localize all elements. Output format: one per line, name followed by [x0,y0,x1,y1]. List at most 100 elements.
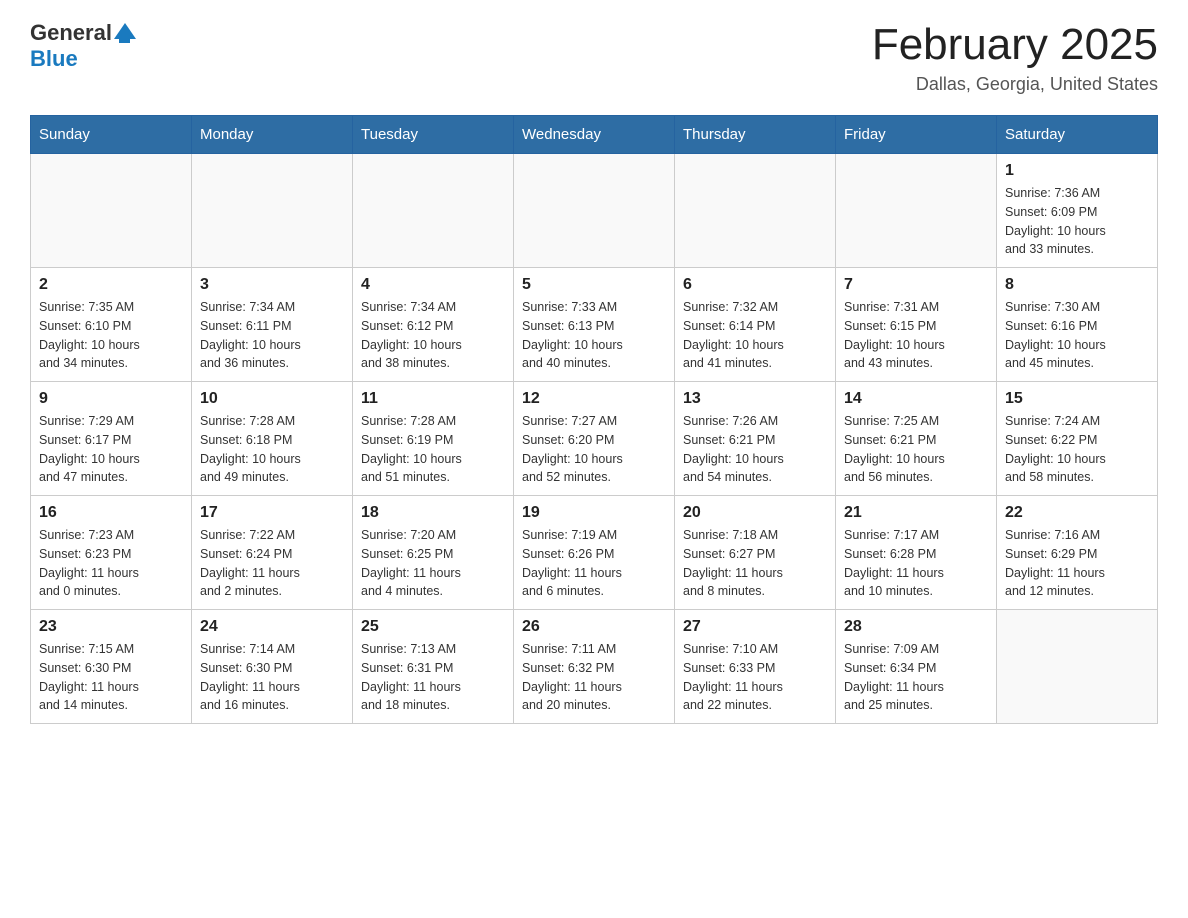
calendar-cell: 18 Sunrise: 7:20 AM Sunset: 6:25 PM Dayli… [353,496,514,610]
calendar-cell: 10 Sunrise: 7:28 AM Sunset: 6:18 PM Dayli… [192,382,353,496]
calendar-cell: 13 Sunrise: 7:26 AM Sunset: 6:21 PM Dayli… [675,382,836,496]
calendar-cell [997,610,1158,724]
day-info: Sunrise: 7:28 AM Sunset: 6:18 PM Dayligh… [200,412,344,487]
day-number: 16 [39,504,183,522]
calendar-cell: 19 Sunrise: 7:19 AM Sunset: 6:26 PM Dayli… [514,496,675,610]
day-number: 4 [361,276,505,294]
day-info: Sunrise: 7:26 AM Sunset: 6:21 PM Dayligh… [683,412,827,487]
day-number: 23 [39,618,183,636]
calendar-cell [353,154,514,268]
calendar-cell [31,154,192,268]
calendar-cell: 20 Sunrise: 7:18 AM Sunset: 6:27 PM Dayli… [675,496,836,610]
day-info: Sunrise: 7:30 AM Sunset: 6:16 PM Dayligh… [1005,298,1149,373]
day-info: Sunrise: 7:16 AM Sunset: 6:29 PM Dayligh… [1005,526,1149,601]
day-number: 10 [200,390,344,408]
day-number: 17 [200,504,344,522]
page-header: General Blue February 2025 Dallas, Georg… [30,20,1158,95]
day-of-week-header: Tuesday [353,116,514,154]
day-of-week-header: Wednesday [514,116,675,154]
calendar-cell: 25 Sunrise: 7:13 AM Sunset: 6:31 PM Dayli… [353,610,514,724]
day-of-week-header: Sunday [31,116,192,154]
day-info: Sunrise: 7:20 AM Sunset: 6:25 PM Dayligh… [361,526,505,601]
calendar-cell: 5 Sunrise: 7:33 AM Sunset: 6:13 PM Daylig… [514,268,675,382]
calendar-cell: 12 Sunrise: 7:27 AM Sunset: 6:20 PM Dayli… [514,382,675,496]
calendar-cell: 2Sunrise: 7:35 AM Sunset: 6:10 PM Daylig… [31,268,192,382]
calendar-week-row: 16 Sunrise: 7:23 AM Sunset: 6:23 PM Dayli… [31,496,1158,610]
location-title: Dallas, Georgia, United States [872,74,1158,95]
day-number: 28 [844,618,988,636]
day-number: 18 [361,504,505,522]
calendar-cell: 21Sunrise: 7:17 AM Sunset: 6:28 PM Dayli… [836,496,997,610]
day-info: Sunrise: 7:31 AM Sunset: 6:15 PM Dayligh… [844,298,988,373]
day-number: 19 [522,504,666,522]
logo-triangle-icon [114,21,136,43]
day-info: Sunrise: 7:28 AM Sunset: 6:19 PM Dayligh… [361,412,505,487]
day-number: 20 [683,504,827,522]
day-number: 3 [200,276,344,294]
day-info: Sunrise: 7:17 AM Sunset: 6:28 PM Dayligh… [844,526,988,601]
day-info: Sunrise: 7:36 AM Sunset: 6:09 PM Dayligh… [1005,184,1149,259]
day-number: 9 [39,390,183,408]
calendar-cell: 28 Sunrise: 7:09 AM Sunset: 6:34 PM Dayli… [836,610,997,724]
calendar-cell: 22 Sunrise: 7:16 AM Sunset: 6:29 PM Dayli… [997,496,1158,610]
month-title: February 2025 [872,20,1158,70]
day-of-week-header: Friday [836,116,997,154]
day-info: Sunrise: 7:32 AM Sunset: 6:14 PM Dayligh… [683,298,827,373]
calendar-cell: 9 Sunrise: 7:29 AM Sunset: 6:17 PM Daylig… [31,382,192,496]
calendar-cell: 1 Sunrise: 7:36 AM Sunset: 6:09 PM Daylig… [997,154,1158,268]
calendar-week-row: 23 Sunrise: 7:15 AM Sunset: 6:30 PM Dayli… [31,610,1158,724]
day-info: Sunrise: 7:34 AM Sunset: 6:12 PM Dayligh… [361,298,505,373]
calendar-cell: 3 Sunrise: 7:34 AM Sunset: 6:11 PM Daylig… [192,268,353,382]
calendar-week-row: 9 Sunrise: 7:29 AM Sunset: 6:17 PM Daylig… [31,382,1158,496]
day-info: Sunrise: 7:18 AM Sunset: 6:27 PM Dayligh… [683,526,827,601]
day-number: 15 [1005,390,1149,408]
day-number: 8 [1005,276,1149,294]
day-info: Sunrise: 7:13 AM Sunset: 6:31 PM Dayligh… [361,640,505,715]
day-number: 22 [1005,504,1149,522]
calendar-cell [514,154,675,268]
day-number: 14 [844,390,988,408]
logo: General Blue [30,20,136,72]
calendar-cell: 17Sunrise: 7:22 AM Sunset: 6:24 PM Dayli… [192,496,353,610]
calendar-cell [675,154,836,268]
calendar-cell: 23 Sunrise: 7:15 AM Sunset: 6:30 PM Dayli… [31,610,192,724]
day-number: 6 [683,276,827,294]
day-info: Sunrise: 7:23 AM Sunset: 6:23 PM Dayligh… [39,526,183,601]
day-info: Sunrise: 7:09 AM Sunset: 6:34 PM Dayligh… [844,640,988,715]
calendar-week-row: 1 Sunrise: 7:36 AM Sunset: 6:09 PM Daylig… [31,154,1158,268]
calendar-header-row: SundayMondayTuesdayWednesdayThursdayFrid… [31,116,1158,154]
calendar-cell [192,154,353,268]
day-number: 26 [522,618,666,636]
day-number: 25 [361,618,505,636]
calendar-table: SundayMondayTuesdayWednesdayThursdayFrid… [30,115,1158,724]
day-number: 5 [522,276,666,294]
day-info: Sunrise: 7:19 AM Sunset: 6:26 PM Dayligh… [522,526,666,601]
day-info: Sunrise: 7:27 AM Sunset: 6:20 PM Dayligh… [522,412,666,487]
day-of-week-header: Monday [192,116,353,154]
day-info: Sunrise: 7:33 AM Sunset: 6:13 PM Dayligh… [522,298,666,373]
day-info: Sunrise: 7:24 AM Sunset: 6:22 PM Dayligh… [1005,412,1149,487]
day-info: Sunrise: 7:29 AM Sunset: 6:17 PM Dayligh… [39,412,183,487]
calendar-cell [836,154,997,268]
day-number: 1 [1005,162,1149,180]
day-number: 12 [522,390,666,408]
day-number: 13 [683,390,827,408]
calendar-cell: 15 Sunrise: 7:24 AM Sunset: 6:22 PM Dayli… [997,382,1158,496]
title-area: February 2025 Dallas, Georgia, United St… [872,20,1158,95]
calendar-cell: 24 Sunrise: 7:14 AM Sunset: 6:30 PM Dayli… [192,610,353,724]
calendar-cell: 14Sunrise: 7:25 AM Sunset: 6:21 PM Dayli… [836,382,997,496]
calendar-cell: 7Sunrise: 7:31 AM Sunset: 6:15 PM Daylig… [836,268,997,382]
day-info: Sunrise: 7:15 AM Sunset: 6:30 PM Dayligh… [39,640,183,715]
day-number: 24 [200,618,344,636]
day-info: Sunrise: 7:14 AM Sunset: 6:30 PM Dayligh… [200,640,344,715]
day-of-week-header: Saturday [997,116,1158,154]
day-info: Sunrise: 7:34 AM Sunset: 6:11 PM Dayligh… [200,298,344,373]
day-number: 2 [39,276,183,294]
day-info: Sunrise: 7:10 AM Sunset: 6:33 PM Dayligh… [683,640,827,715]
calendar-week-row: 2Sunrise: 7:35 AM Sunset: 6:10 PM Daylig… [31,268,1158,382]
day-info: Sunrise: 7:11 AM Sunset: 6:32 PM Dayligh… [522,640,666,715]
calendar-cell: 27 Sunrise: 7:10 AM Sunset: 6:33 PM Dayli… [675,610,836,724]
logo-blue-text: Blue [30,46,78,72]
calendar-cell: 8 Sunrise: 7:30 AM Sunset: 6:16 PM Daylig… [997,268,1158,382]
day-number: 27 [683,618,827,636]
